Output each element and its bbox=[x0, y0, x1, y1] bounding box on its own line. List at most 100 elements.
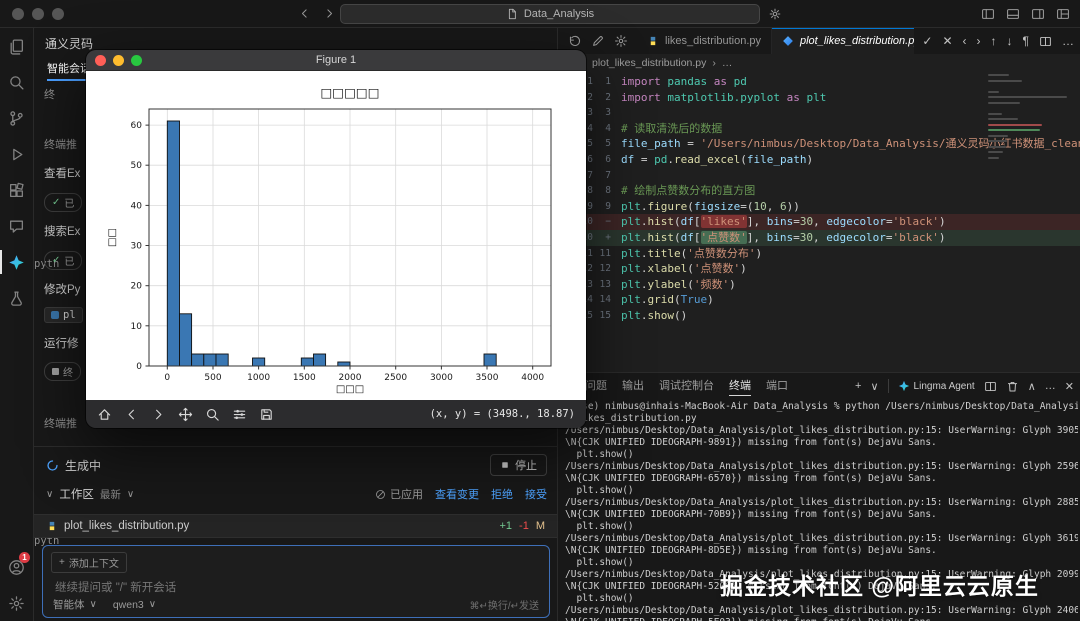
code-token: . bbox=[640, 277, 648, 291]
badge-label: 已 bbox=[64, 257, 75, 268]
reject-button[interactable]: 拒绝 bbox=[491, 486, 513, 502]
figure-minimize-icon[interactable] bbox=[113, 55, 124, 66]
home-icon[interactable] bbox=[97, 407, 112, 422]
activity-item-search[interactable] bbox=[0, 64, 33, 100]
toggle-secondary-sidebar-icon[interactable] bbox=[1031, 7, 1045, 21]
subplots-config-icon[interactable] bbox=[232, 407, 247, 422]
code-token: bins bbox=[766, 230, 794, 244]
figure-close-icon[interactable] bbox=[95, 55, 106, 66]
code-text: plt.figure(figsize=(10, 6)) bbox=[611, 199, 1080, 215]
minimap[interactable] bbox=[988, 74, 1074, 162]
pan-icon[interactable] bbox=[178, 407, 193, 422]
chat-history-item: 查看Ex bbox=[44, 168, 81, 180]
x-tick-label: 500 bbox=[204, 373, 221, 383]
applied-icon bbox=[375, 489, 386, 500]
terminal-agent-chip[interactable]: Lingma Agent bbox=[898, 380, 975, 392]
command-center-options-icon[interactable] bbox=[768, 7, 782, 21]
model-selector[interactable]: qwen3 bbox=[113, 599, 144, 611]
accept-button[interactable]: 接受 bbox=[525, 486, 547, 502]
code-token: title bbox=[647, 246, 681, 260]
activity-item-lingma[interactable] bbox=[0, 244, 33, 280]
terminal-profile-chevron-icon[interactable]: ∨ bbox=[870, 380, 878, 393]
chevron-down-icon[interactable]: ∨ bbox=[90, 599, 97, 610]
maximize-panel-icon[interactable]: ∧ bbox=[1028, 380, 1036, 393]
command-center[interactable]: Data_Analysis bbox=[340, 4, 760, 24]
discard-changes-icon[interactable]: ✕ bbox=[942, 34, 952, 48]
chevron-down-icon[interactable]: ∨ bbox=[149, 599, 156, 610]
editor-settings-icon[interactable] bbox=[614, 34, 628, 48]
breadcrumb[interactable]: plot_likes_distribution.py › … bbox=[559, 54, 1080, 71]
more-actions-icon[interactable]: … bbox=[1062, 34, 1074, 48]
figure-canvas[interactable]: 0 500 1000 1500 2000 2500 3000 3500 4000 0 10 20 30 4… bbox=[86, 71, 586, 400]
nav-forward-icon[interactable] bbox=[323, 7, 336, 20]
agent-selector[interactable]: 智能体 bbox=[53, 597, 85, 612]
next-diff-icon[interactable]: ↓ bbox=[1007, 34, 1013, 48]
chat-input-box[interactable]: + 添加上下文 继续提问或 "/" 新开会话 智能体 ∨ qwen3 ∨ ⌘↵换… bbox=[42, 545, 550, 618]
latest-label[interactable]: 最新 bbox=[100, 487, 121, 502]
activity-item-settings[interactable] bbox=[0, 585, 33, 621]
python-file-icon bbox=[51, 311, 59, 319]
tab-smart-chat[interactable]: 智能会话 bbox=[47, 60, 91, 81]
accept-changes-icon[interactable]: ✓ bbox=[922, 34, 932, 48]
editor-tab-1[interactable]: likes_distribution.py bbox=[637, 28, 772, 54]
chat-history-item: 终 bbox=[44, 89, 55, 101]
y-tick-label: 0 bbox=[136, 362, 142, 372]
prev-change-icon[interactable]: ‹ bbox=[963, 34, 967, 48]
zoom-icon[interactable] bbox=[205, 407, 220, 422]
kill-terminal-icon[interactable] bbox=[1006, 380, 1019, 393]
prev-diff-icon[interactable]: ↑ bbox=[991, 34, 997, 48]
toggle-primary-sidebar-icon[interactable] bbox=[981, 7, 995, 21]
activity-item-extensions[interactable] bbox=[0, 172, 33, 208]
next-change-icon[interactable]: › bbox=[977, 34, 981, 48]
chevron-down-icon[interactable]: ∨ bbox=[46, 489, 53, 500]
code-token: , bbox=[766, 199, 780, 213]
panel-tab-3[interactable]: 调试控制台 bbox=[659, 377, 714, 396]
code-token: True bbox=[680, 293, 708, 307]
search-icon bbox=[8, 74, 25, 91]
activity-item-chat[interactable] bbox=[0, 208, 33, 244]
whitespace-icon[interactable]: ¶ bbox=[1023, 34, 1029, 48]
split-terminal-icon[interactable] bbox=[984, 380, 997, 393]
check-icon: ✓ bbox=[52, 197, 61, 208]
activity-item-source-control[interactable] bbox=[0, 100, 33, 136]
save-figure-icon[interactable] bbox=[259, 407, 274, 422]
figure-zoom-icon[interactable] bbox=[131, 55, 142, 66]
activity-item-account[interactable]: 1 bbox=[0, 549, 33, 585]
panel-tab-4[interactable]: 终端 bbox=[729, 377, 751, 396]
close-panel-icon[interactable]: ✕ bbox=[1065, 380, 1074, 393]
toggle-panel-icon[interactable] bbox=[1006, 7, 1020, 21]
changed-file-row[interactable]: plot_likes_distribution.py +1 -1 M bbox=[34, 514, 557, 538]
zoom-window-icon[interactable] bbox=[52, 8, 64, 20]
history-icon[interactable] bbox=[568, 34, 582, 48]
add-context-button[interactable]: + 添加上下文 bbox=[51, 552, 127, 573]
split-editor-icon[interactable] bbox=[1039, 35, 1052, 48]
activity-item-run-debug[interactable] bbox=[0, 136, 33, 172]
view-changes-button[interactable]: 查看变更 bbox=[435, 486, 479, 502]
minimap-line bbox=[988, 107, 992, 109]
watermark: 掘金技术社区 @阿里云云原生 bbox=[720, 573, 1039, 599]
figure-window[interactable]: Figure 1 0 500 1000 1500 2000 2500 3000 3500 400… bbox=[86, 50, 586, 428]
panel-more-icon[interactable]: … bbox=[1045, 380, 1056, 392]
stop-button[interactable]: 停止 bbox=[490, 454, 547, 476]
code-token: figure bbox=[647, 199, 688, 213]
customize-layout-icon[interactable] bbox=[1056, 7, 1070, 21]
nav-back-icon[interactable] bbox=[298, 7, 311, 20]
minimize-window-icon[interactable] bbox=[32, 8, 44, 20]
close-window-icon[interactable] bbox=[12, 8, 24, 20]
new-session-icon[interactable] bbox=[591, 34, 605, 48]
panel-tab-5[interactable]: 端口 bbox=[766, 377, 788, 396]
code-token: 'likes' bbox=[700, 215, 747, 229]
figure-titlebar[interactable]: Figure 1 bbox=[86, 50, 586, 71]
file-chip[interactable]: pl bbox=[44, 307, 83, 323]
new-terminal-icon[interactable]: + bbox=[855, 380, 861, 392]
chevron-down-icon[interactable]: ∨ bbox=[127, 489, 134, 500]
terminal-agent-label: Lingma Agent bbox=[913, 380, 975, 392]
forward-icon[interactable] bbox=[151, 407, 166, 422]
files-icon bbox=[8, 38, 25, 55]
back-icon[interactable] bbox=[124, 407, 139, 422]
panel-tab-1[interactable]: 问题 bbox=[585, 377, 607, 396]
chat-step-badge: ✓ 已 bbox=[44, 251, 83, 270]
panel-tab-2[interactable]: 输出 bbox=[622, 377, 644, 396]
activity-item-testing[interactable] bbox=[0, 280, 33, 316]
activity-item-explorer[interactable] bbox=[0, 28, 33, 64]
